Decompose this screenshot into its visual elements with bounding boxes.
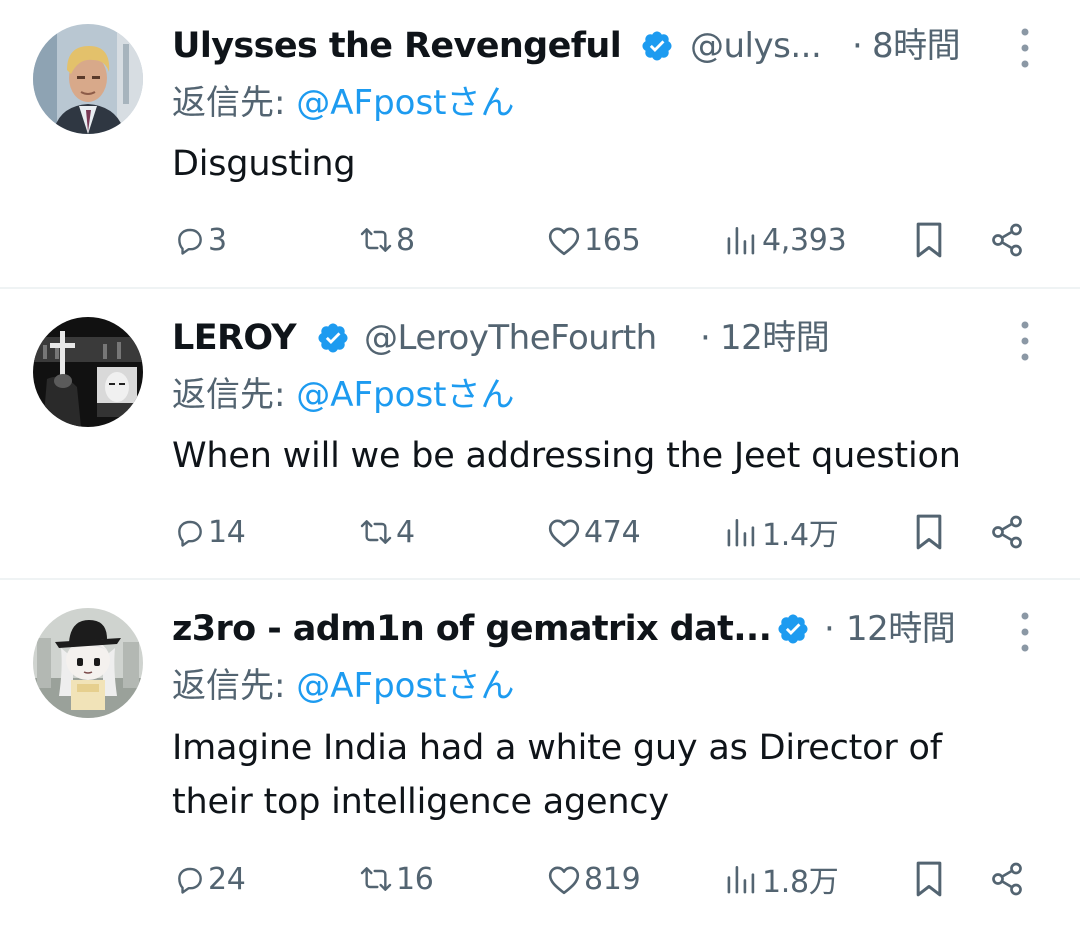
bookmark-icon <box>916 514 942 550</box>
view-count: 4,393 <box>762 222 847 258</box>
more-options-icon[interactable] <box>1018 26 1032 70</box>
views-chart-icon <box>727 519 755 547</box>
user-handle[interactable]: @LeroyTheFourth <box>364 312 657 364</box>
share-icon <box>992 862 1022 896</box>
timestamp[interactable]: 12時間 <box>720 312 830 364</box>
bookmark-icon <box>916 861 942 897</box>
like-count: 819 <box>584 861 641 897</box>
bookmark-icon <box>916 222 942 258</box>
user-handle[interactable]: @ulys... <box>690 20 822 72</box>
heart-icon <box>548 227 580 256</box>
tweet-text: When will we be addressing the Jeet ques… <box>172 436 961 476</box>
timestamp[interactable]: 8時間 <box>872 20 961 72</box>
reply-label: 返信先: <box>172 83 297 123</box>
retweet-button[interactable]: 8 <box>358 215 415 265</box>
views-button[interactable]: 4,393 <box>724 215 847 265</box>
views-button[interactable]: 1.8万 <box>724 854 839 904</box>
reply-label: 返信先: <box>172 666 297 706</box>
tweet-text: Disgusting <box>172 144 356 184</box>
retweet-icon <box>360 228 392 252</box>
reply-mention-link[interactable]: @AFpostさん <box>296 375 514 415</box>
action-bar: 3 8 165 4,393 <box>0 215 1080 265</box>
reply-button[interactable]: 3 <box>174 215 227 265</box>
reply-icon <box>178 520 202 547</box>
views-chart-icon <box>727 227 755 255</box>
like-button[interactable]: 819 <box>546 854 641 904</box>
reply-mention-link[interactable]: @AFpostさん <box>296 83 514 123</box>
timestamp[interactable]: 12時間 <box>846 603 956 655</box>
reply-button[interactable]: 24 <box>174 854 246 904</box>
retweet-button[interactable]: 16 <box>358 854 434 904</box>
reply-icon <box>178 867 202 894</box>
bookmark-button[interactable] <box>912 854 946 904</box>
avatar-blond-man-in-suit-icon <box>33 24 143 134</box>
tweet-text: Imagine India had a white guy as Directo… <box>172 728 942 822</box>
separator-dot: · <box>700 318 711 358</box>
reply-count: 24 <box>208 861 246 897</box>
share-button[interactable] <box>988 854 1026 904</box>
avatar[interactable] <box>33 608 143 718</box>
like-count: 474 <box>584 514 641 550</box>
more-options-icon[interactable] <box>1018 319 1032 363</box>
heart-icon <box>548 866 580 895</box>
tweet[interactable]: z3ro - adm1n of gematrix dat... · 12時間 返… <box>0 580 1080 926</box>
avatar[interactable] <box>33 24 143 134</box>
reply-context: 返信先: @AFpostさん <box>172 370 515 420</box>
reply-label: 返信先: <box>172 375 297 415</box>
avatar[interactable] <box>33 317 143 427</box>
tweet[interactable]: Ulysses the Revengeful @ulys... · 8時間 返信… <box>0 0 1080 288</box>
verified-badge-icon[interactable] <box>640 29 674 63</box>
retweet-icon <box>360 867 392 891</box>
like-button[interactable]: 165 <box>546 215 641 265</box>
like-button[interactable]: 474 <box>546 507 641 557</box>
share-icon <box>992 515 1022 549</box>
action-bar: 14 4 474 1.4万 <box>0 507 1080 557</box>
tweet[interactable]: LEROY @LeroyTheFourth · 12時間 返信先: @AFpos… <box>0 289 1080 579</box>
bookmark-button[interactable] <box>912 215 946 265</box>
reply-context: 返信先: @AFpostさん <box>172 661 515 711</box>
display-name[interactable]: Ulysses the Revengeful <box>172 20 622 72</box>
reply-context: 返信先: @AFpostさん <box>172 78 515 128</box>
avatar-anime-girl-with-hat-icon <box>33 608 143 718</box>
display-name[interactable]: z3ro - adm1n of gematrix dat... <box>172 603 772 655</box>
verified-badge-icon[interactable] <box>316 321 350 355</box>
retweet-icon <box>360 520 392 544</box>
view-count: 1.8万 <box>762 865 839 900</box>
action-bar: 24 16 819 1.8万 <box>0 854 1080 904</box>
views-chart-icon <box>727 866 755 894</box>
heart-icon <box>548 519 580 548</box>
more-options-icon[interactable] <box>1018 610 1032 654</box>
bookmark-button[interactable] <box>912 507 946 557</box>
reply-count: 14 <box>208 514 246 550</box>
share-button[interactable] <box>988 507 1026 557</box>
retweet-count: 4 <box>396 514 415 550</box>
retweet-button[interactable]: 4 <box>358 507 415 557</box>
separator-dot: · <box>824 609 835 649</box>
reply-count: 3 <box>208 222 227 258</box>
like-count: 165 <box>584 222 641 258</box>
reply-icon <box>178 228 202 255</box>
verified-badge-icon[interactable] <box>776 612 810 646</box>
retweet-count: 16 <box>396 861 434 897</box>
reply-mention-link[interactable]: @AFpostさん <box>296 666 514 706</box>
separator-dot: · <box>852 26 863 66</box>
display-name[interactable]: LEROY <box>172 312 297 364</box>
reply-button[interactable]: 14 <box>174 507 246 557</box>
view-count: 1.4万 <box>762 518 839 553</box>
share-icon <box>992 223 1022 257</box>
avatar-dark-collage-with-cross-icon <box>33 317 143 427</box>
retweet-count: 8 <box>396 222 415 258</box>
views-button[interactable]: 1.4万 <box>724 507 839 557</box>
share-button[interactable] <box>988 215 1026 265</box>
